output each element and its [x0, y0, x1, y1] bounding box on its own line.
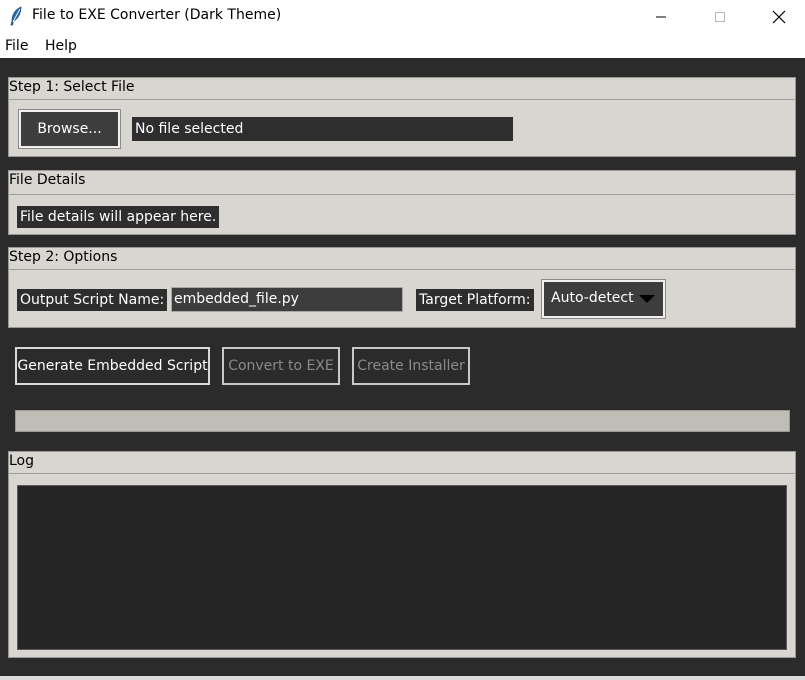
target-platform-value: Auto-detect	[551, 290, 634, 306]
frame-divider	[9, 99, 795, 100]
maximize-icon	[714, 11, 726, 23]
feather-icon	[9, 6, 23, 26]
generate-script-button[interactable]: Generate Embedded Script	[15, 347, 210, 385]
log-textarea[interactable]	[17, 485, 787, 650]
window-title: File to EXE Converter (Dark Theme)	[32, 7, 282, 23]
step1-frame: Step 1: Select File Browse... No file se…	[8, 77, 796, 157]
minimize-button[interactable]	[638, 0, 684, 33]
menu-file[interactable]: File	[5, 38, 28, 54]
output-name-label: Output Script Name:	[17, 289, 168, 311]
file-path-display: No file selected	[132, 117, 513, 141]
dropdown-arrow-icon	[639, 295, 655, 303]
log-frame: Log	[8, 451, 796, 658]
minimize-icon	[655, 11, 667, 23]
step2-frame: Step 2: Options Output Script Name: embe…	[8, 247, 796, 328]
progress-bar	[15, 410, 790, 432]
create-installer-button[interactable]: Create Installer	[352, 347, 470, 385]
convert-exe-button[interactable]: Convert to EXE	[222, 347, 340, 385]
maximize-button[interactable]	[697, 0, 743, 33]
menu-bar: File Help	[0, 33, 805, 58]
window-bottom-border	[0, 676, 805, 680]
title-bar: File to EXE Converter (Dark Theme)	[0, 0, 805, 33]
step2-label: Step 2: Options	[9, 249, 118, 265]
file-details-text: File details will appear here.	[17, 206, 220, 228]
details-frame: File Details File details will appear he…	[8, 170, 796, 235]
close-button[interactable]	[756, 0, 802, 33]
log-label: Log	[9, 453, 35, 469]
details-label: File Details	[9, 172, 86, 188]
app-body: Step 1: Select File Browse... No file se…	[0, 58, 805, 680]
target-platform-select[interactable]: Auto-detect	[541, 279, 666, 319]
frame-divider	[9, 194, 795, 195]
frame-divider	[9, 473, 795, 474]
frame-divider	[9, 269, 795, 270]
menu-help[interactable]: Help	[45, 38, 77, 54]
close-icon	[772, 10, 786, 24]
step1-label: Step 1: Select File	[9, 79, 135, 95]
target-platform-label: Target Platform:	[416, 289, 534, 311]
output-name-input[interactable]: embedded_file.py	[171, 287, 403, 312]
browse-button[interactable]: Browse...	[18, 109, 121, 149]
